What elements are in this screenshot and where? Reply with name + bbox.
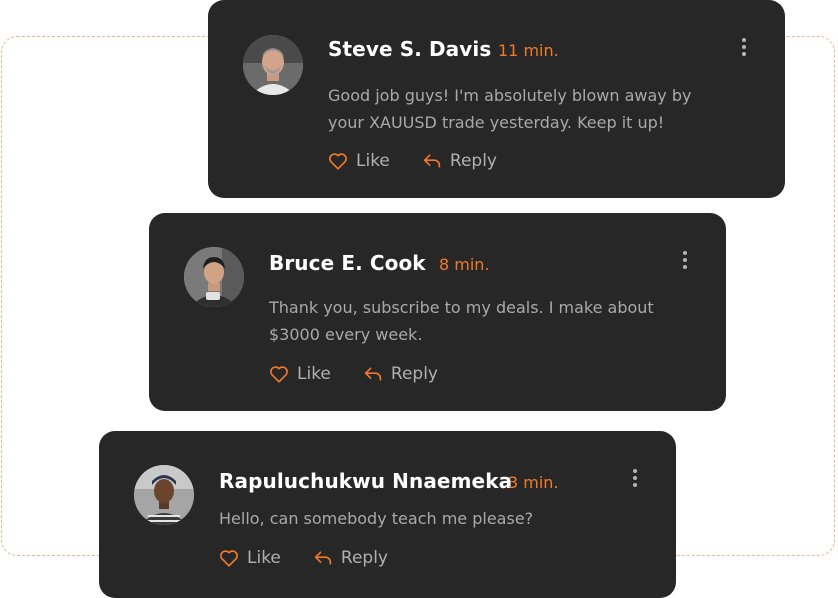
more-vertical-icon[interactable] [630,469,640,487]
comment-card: Steve S. Davis 11 min. Good job guys! I'… [208,0,785,198]
comment-time: 11 min. [498,41,559,60]
author-avatar[interactable] [134,465,194,525]
reply-arrow-icon [423,154,441,168]
heart-icon [329,153,347,170]
comments-stage: Steve S. Davis 11 min. Good job guys! I'… [0,0,838,598]
comment-message: Hello, can somebody teach me please? [219,509,534,528]
comment-actions: Like Reply [269,364,438,384]
like-label: Like [297,364,331,384]
comment-time: 3 min. [508,473,559,492]
more-vertical-icon[interactable] [739,38,749,56]
reply-arrow-icon [364,367,382,381]
comment-actions: Like Reply [328,151,497,171]
author-name: Rapuluchukwu Nnaemeka [219,469,513,493]
like-button[interactable]: Like [269,364,331,384]
like-label: Like [356,151,390,171]
author-avatar[interactable] [184,247,244,307]
comment-message: Thank you, subscribe to my deals. I make… [269,298,654,344]
reply-button[interactable]: Reply [422,151,497,171]
author-avatar[interactable] [243,35,303,95]
comment-card: Rapuluchukwu Nnaemeka 3 min. Hello, can … [99,431,676,598]
heart-icon [220,550,238,567]
comment-message: Good job guys! I'm absolutely blown away… [328,86,692,132]
author-name: Steve S. Davis [328,37,492,61]
like-label: Like [247,548,281,568]
heart-icon [270,366,288,383]
comment-time: 8 min. [439,255,490,274]
reply-label: Reply [340,548,388,568]
reply-label: Reply [449,151,497,171]
comment-card: Bruce E. Cook 8 min. Thank you, subscrib… [149,213,726,411]
like-button[interactable]: Like [219,548,281,568]
comment-actions: Like Reply [219,548,388,568]
reply-button[interactable]: Reply [313,548,388,568]
reply-button[interactable]: Reply [363,364,438,384]
reply-label: Reply [390,364,438,384]
more-vertical-icon[interactable] [680,251,690,269]
reply-arrow-icon [314,551,332,565]
like-button[interactable]: Like [328,151,390,171]
author-name: Bruce E. Cook [269,251,426,275]
